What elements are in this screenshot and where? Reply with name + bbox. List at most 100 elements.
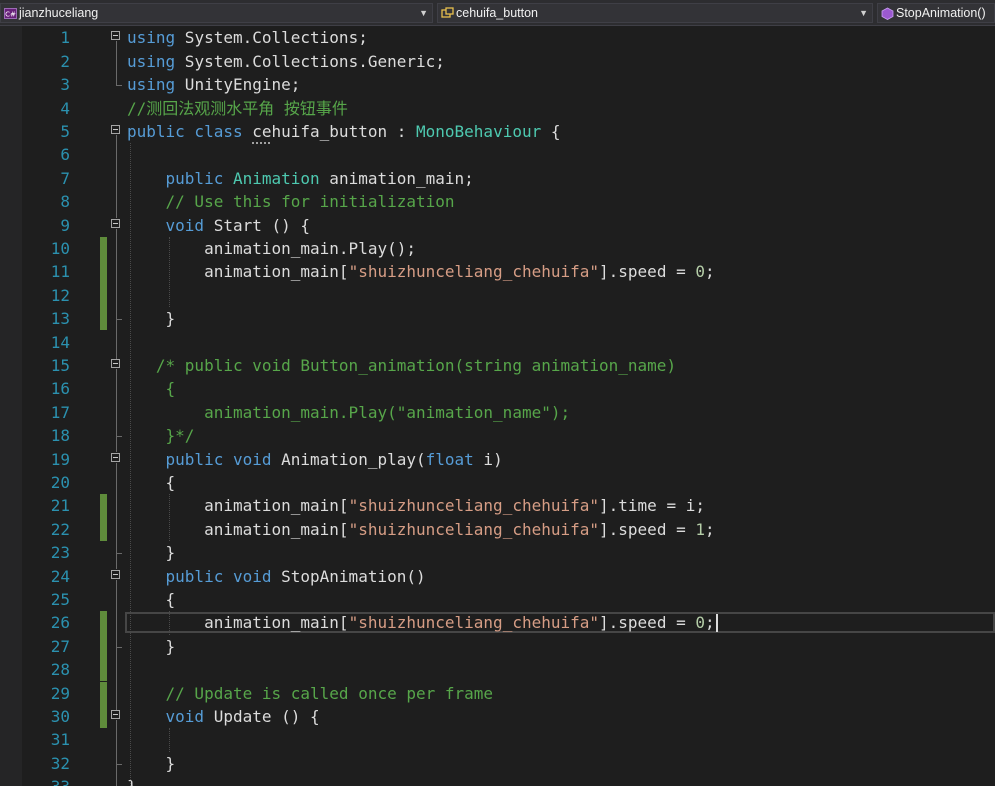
code-line[interactable]: 21 animation_main["shuizhunceliang_chehu… — [0, 494, 995, 518]
fold-range-line — [116, 764, 117, 786]
class-dropdown[interactable]: cehuifa_button ▼ — [437, 3, 873, 23]
code-line[interactable]: 10 animation_main.Play(); — [0, 236, 995, 261]
code-line[interactable]: 32 } — [0, 752, 995, 775]
project-label: jianzhuceliang — [19, 6, 99, 20]
change-marker — [100, 658, 107, 682]
code-line[interactable]: 19 public void Animation_play(float i) — [0, 448, 995, 471]
code-line[interactable]: 16 { — [0, 377, 995, 400]
code-line[interactable]: 18 }*/ — [0, 424, 995, 447]
code-line[interactable]: 27 } — [0, 634, 995, 659]
code-token: animation_main[ — [127, 519, 349, 539]
code-line[interactable]: 22 animation_main["shuizhunceliang_chehu… — [0, 517, 995, 542]
code-text: // Use this for initialization — [127, 190, 455, 213]
code-token: { — [541, 121, 561, 141]
code-token: // Use this for initialization — [127, 192, 455, 212]
member-dropdown[interactable]: StopAnimation() — [877, 3, 995, 23]
fold-range-line — [116, 719, 117, 764]
class-icon — [441, 7, 454, 18]
code-token: public void — [127, 449, 282, 469]
line-number: 32 — [50, 753, 70, 773]
code-text: } — [127, 752, 176, 775]
navigation-bar: C# jianzhuceliang ▼ cehuifa_button ▼ Sto… — [0, 0, 995, 26]
code-line[interactable]: 2 using System.Collections.Generic; — [0, 50, 995, 73]
code-token: MonoBehaviour — [416, 121, 542, 141]
code-line[interactable]: 17 animation_main.Play("animation_name")… — [0, 401, 995, 424]
collapse-icon[interactable] — [111, 124, 120, 134]
line-number: 1 — [60, 28, 70, 48]
code-line[interactable]: 23 } — [0, 541, 995, 564]
code-token: void — [127, 706, 214, 726]
code-token: //测回法观测水平角 按钮事件 — [127, 98, 348, 118]
code-line[interactable]: 6 — [0, 143, 995, 166]
line-number: 23 — [50, 543, 70, 563]
collapse-icon[interactable] — [111, 358, 120, 368]
change-marker — [100, 494, 107, 518]
code-text: public Animation animation_main; — [127, 167, 474, 190]
code-token: ; — [704, 613, 715, 633]
line-number: 9 — [60, 215, 70, 235]
csharp-project-icon: C# — [4, 8, 17, 19]
code-token: using — [127, 28, 176, 48]
code-line[interactable]: 5 public class cehuifa_button : MonoBehav… — [0, 120, 995, 143]
code-line[interactable]: 25 { — [0, 588, 995, 611]
code-text: animation_main.Play(); — [127, 237, 416, 260]
collapse-icon[interactable] — [111, 31, 120, 41]
line-number: 26 — [50, 613, 70, 633]
line-number: 28 — [50, 660, 70, 680]
code-line[interactable]: 13 } — [0, 307, 995, 331]
line-number: 18 — [50, 426, 70, 446]
code-token: ; — [704, 519, 715, 539]
code-token: void — [127, 215, 214, 235]
code-text: void Update () { — [127, 705, 320, 728]
line-number: 17 — [50, 402, 70, 422]
svg-text:C#: C# — [5, 11, 16, 19]
collapse-icon[interactable] — [111, 709, 120, 719]
code-token: 1 — [695, 519, 705, 539]
code-token: Start () { — [213, 215, 311, 235]
code-line[interactable]: 15 /* public void Button_animation(strin… — [0, 354, 995, 377]
code-token: i) — [473, 449, 503, 469]
fold-range-line — [116, 437, 117, 453]
code-text: void Start () { — [127, 214, 311, 237]
code-token: { — [127, 379, 176, 399]
code-line[interactable]: 28 — [0, 658, 995, 682]
indent-guide — [169, 611, 170, 635]
code-line[interactable]: 11 animation_main["shuizhunceliang_chehu… — [0, 260, 995, 284]
code-line[interactable]: 33} — [0, 775, 995, 786]
code-line[interactable]: 14 — [0, 331, 995, 354]
code-line[interactable]: 1 using System.Collections; — [0, 26, 995, 49]
change-marker — [100, 260, 107, 284]
code-token: { — [127, 472, 176, 492]
code-text: animation_main["shuizhunceliang_chehuifa… — [127, 518, 715, 541]
code-token: "shuizhunceliang_chehuifa" — [348, 613, 600, 633]
code-line[interactable]: 9 void Start () { — [0, 214, 995, 237]
code-text: animation_main["shuizhunceliang_chehuifa… — [127, 494, 705, 517]
code-line[interactable]: 7 public Animation animation_main; — [0, 167, 995, 190]
code-line[interactable]: 31 — [0, 728, 995, 751]
code-line[interactable]: 26 animation_main["shuizhunceliang_chehu… — [0, 611, 995, 635]
code-line[interactable]: 8 // Use this for initialization — [0, 190, 995, 213]
chevron-down-icon: ▼ — [859, 8, 868, 18]
code-token: } — [127, 636, 176, 656]
code-line[interactable]: 24 public void StopAnimation() — [0, 565, 995, 588]
code-token: StopAnimation() — [281, 566, 426, 586]
project-dropdown[interactable]: C# jianzhuceliang ▼ — [0, 3, 433, 23]
collapse-icon[interactable] — [111, 218, 120, 228]
collapse-icon[interactable] — [111, 452, 120, 462]
code-line[interactable]: 3 using UnityEngine; — [0, 73, 995, 96]
code-token: ].speed = — [599, 613, 696, 633]
code-token: Animation_play( — [281, 449, 426, 469]
code-editor[interactable]: 1 using System.Collections; 2 using System.… — [0, 26, 995, 786]
code-line[interactable]: 4 //测回法观测水平角 按钮事件 — [0, 97, 995, 120]
code-line[interactable]: 30 void Update () { — [0, 704, 995, 729]
code-line[interactable]: 20 { — [0, 471, 995, 494]
code-text: } — [127, 775, 137, 786]
line-number: 20 — [50, 472, 70, 492]
fold-range-line — [116, 134, 117, 219]
code-text: //测回法观测水平角 按钮事件 — [127, 97, 348, 120]
line-number: 25 — [50, 589, 70, 609]
collapse-icon[interactable] — [111, 569, 120, 579]
code-line[interactable]: 29 // Update is called once per frame — [0, 681, 995, 705]
line-number: 13 — [50, 309, 70, 329]
code-line[interactable]: 12 — [0, 283, 995, 308]
